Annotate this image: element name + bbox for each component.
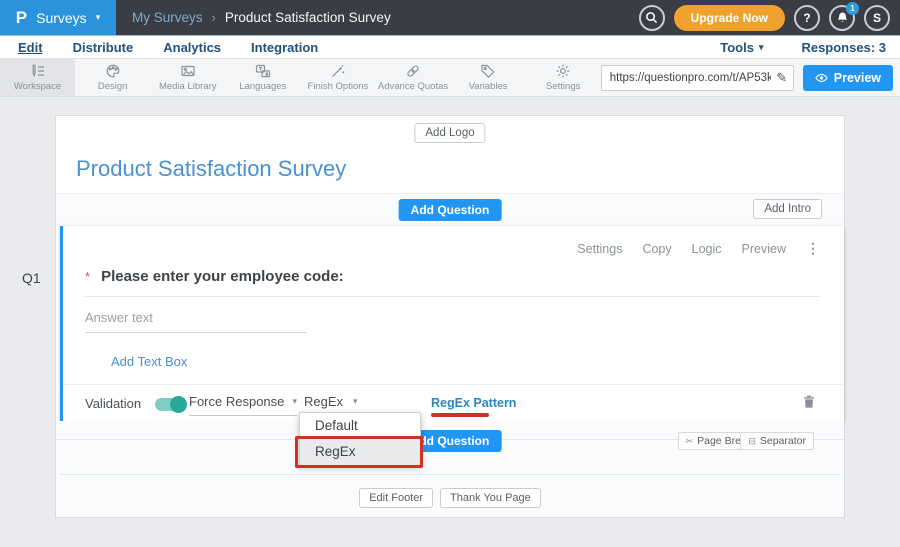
toolbar-item-media-library[interactable]: Media Library [150,59,225,96]
tab-analytics[interactable]: Analytics [163,40,221,55]
breadcrumb: My Surveys › Product Satisfaction Survey [132,10,391,25]
edit-url-icon[interactable]: ✎ [771,70,793,86]
menu-option-default[interactable]: Default [300,413,420,438]
preview-label: Preview [834,71,881,85]
toolbar-item-variables[interactable]: Variables [451,59,526,96]
validation-label: Validation [85,396,141,411]
question-block: Settings Copy Logic Preview ⋮ * Please e… [60,226,844,421]
force-response-label: Force Response [189,394,284,409]
question-settings-link[interactable]: Settings [577,242,622,256]
toggle-knob [170,396,187,413]
question-copy-link[interactable]: Copy [642,242,671,256]
notification-badge: 1 [846,2,859,15]
chain-links-icon [405,63,421,79]
dotted-divider [61,474,839,475]
toolbar-item-languages[interactable]: Languages [225,59,300,96]
regex-pattern-link[interactable]: RegEx Pattern [431,396,516,410]
add-text-box-link[interactable]: Add Text Box [111,354,187,369]
add-logo-button[interactable]: Add Logo [414,123,485,143]
help-button[interactable]: ? [794,5,820,31]
toolbar-item-finish-options[interactable]: Finish Options [300,59,375,96]
section-nav: Edit Distribute Analytics Integration To… [0,35,900,59]
chevron-down-icon: ▾ [353,396,358,407]
required-marker: * [85,269,90,284]
tab-integration[interactable]: Integration [251,40,318,55]
toolbar-item-workspace[interactable]: Workspace [0,59,75,96]
trash-icon [802,394,816,409]
survey-url-value[interactable]: https://questionpro.com/t/AP53kZgUI [602,72,771,84]
preview-button[interactable]: Preview [803,65,893,91]
image-icon [180,63,196,79]
tools-label: Tools [720,40,754,55]
add-question-button-top[interactable]: Add Question [399,199,502,221]
add-intro-button[interactable]: Add Intro [753,199,822,219]
chevron-down-icon: ▾ [292,396,297,407]
toolbar-item-design[interactable]: Design [75,59,150,96]
question-logic-link[interactable]: Logic [692,242,722,256]
eye-icon [815,73,828,83]
validation-type-dropdown[interactable]: RegEx ▾ [304,394,358,409]
question-text-underline [85,296,820,297]
toolbar-item-settings[interactable]: Settings [526,59,601,96]
question-preview-link[interactable]: Preview [742,242,786,256]
workspace-icon [30,63,46,79]
card-bottom-strip: Add Question ✂ Page Break ⊟ Separator Ed… [56,421,844,517]
add-question-strip: Add Question Add Intro [56,193,844,226]
editor-toolbar: Workspace Design Media Library Languages… [0,59,900,97]
avatar-initial: S [873,11,881,25]
toolbar-item-advance-quotas[interactable]: Advance Quotas [375,59,450,96]
product-switcher-button[interactable]: P Surveys ▾ [0,0,116,35]
upgrade-now-button[interactable]: Upgrade Now [674,5,785,31]
bell-icon [836,11,849,24]
validation-type-label: RegEx [304,394,343,409]
product-switcher-label: Surveys [36,10,87,26]
breadcrumb-my-surveys[interactable]: My Surveys [132,10,203,25]
chevron-down-icon: ▾ [96,12,101,23]
tools-menu[interactable]: Tools ▾ [720,40,763,55]
magic-wand-icon [330,63,346,79]
search-icon [645,11,658,24]
edit-footer-button[interactable]: Edit Footer [359,488,433,508]
separator-button[interactable]: ⊟ Separator [740,432,814,450]
translate-icon [255,63,271,79]
nav-right: Tools ▾ Responses: 3 [720,40,886,55]
survey-url-field[interactable]: https://questionpro.com/t/AP53kZgUI ✎ [601,65,794,91]
scissors-icon: ✂ [686,436,694,447]
validation-type-menu: Default RegEx [299,412,421,466]
search-button[interactable] [639,5,665,31]
toolbar-right: https://questionpro.com/t/AP53kZgUI ✎ Pr… [601,59,900,96]
breadcrumb-separator-icon: › [212,10,216,25]
delete-question-button[interactable] [802,394,816,414]
regex-pattern-annotation-underline [431,413,489,417]
help-icon: ? [803,11,810,25]
validation-toggle[interactable] [155,398,185,411]
separator-icon: ⊟ [748,436,756,447]
answer-text-input[interactable]: Answer text [85,310,307,333]
question-actions: Settings Copy Logic Preview ⋮ [577,240,820,257]
force-response-dropdown[interactable]: Force Response ▾ [189,394,297,416]
gear-icon [555,63,571,79]
palette-icon [105,63,121,79]
menu-option-regex[interactable]: RegEx [300,438,420,465]
tag-icon [480,63,496,79]
thank-you-page-button[interactable]: Thank You Page [440,488,541,508]
question-text[interactable]: Please enter your employee code: [101,268,344,285]
account-avatar[interactable]: S [864,5,890,31]
tab-distribute[interactable]: Distribute [73,40,134,55]
footer-buttons: Edit Footer Thank You Page [56,488,844,508]
chevron-down-icon: ▾ [759,42,764,53]
responses-count[interactable]: Responses: 3 [801,40,886,55]
question-text-row: * Please enter your employee code: [85,268,344,285]
question-more-menu-icon[interactable]: ⋮ [806,240,820,257]
question-code: Q1 [22,270,41,286]
survey-canvas: Add Logo Product Satisfaction Survey Add… [55,115,845,518]
top-bar: P Surveys ▾ My Surveys › Product Satisfa… [0,0,900,35]
survey-title[interactable]: Product Satisfaction Survey [76,156,346,182]
questionpro-logo: P [16,8,27,28]
topbar-actions: Upgrade Now ? 1 S [639,5,900,31]
breadcrumb-current-survey: Product Satisfaction Survey [225,10,391,25]
validation-row: Validation Force Response ▾ RegEx ▾ RegE… [63,384,844,421]
notifications-button[interactable]: 1 [829,5,855,31]
tab-edit[interactable]: Edit [18,40,43,55]
